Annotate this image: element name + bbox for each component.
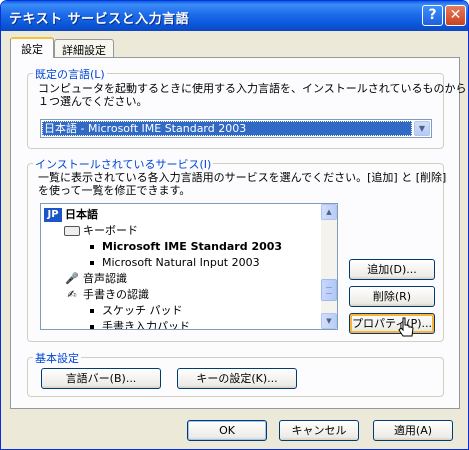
window-title: テキスト サービスと入力言語 bbox=[9, 12, 190, 27]
scroll-down-icon[interactable]: ▼ bbox=[321, 313, 337, 329]
installed-services-description-2: を使って一覧を修正できます。 bbox=[38, 184, 191, 197]
scroll-up-icon[interactable]: ▲ bbox=[321, 204, 337, 220]
apply-button[interactable]: 適用(A) bbox=[373, 420, 453, 441]
keyboard-icon bbox=[64, 226, 80, 236]
add-button[interactable]: 追加(D)... bbox=[349, 259, 435, 280]
tree-scrollbar[interactable]: ▲ ▼ bbox=[321, 204, 337, 329]
remove-button[interactable]: 削除(R) bbox=[349, 286, 435, 307]
tree-item-natural-input[interactable]: Microsoft Natural Input 2003 bbox=[90, 255, 260, 271]
language-jp-icon: JP bbox=[44, 208, 62, 222]
ok-button[interactable]: OK bbox=[187, 420, 267, 441]
chevron-down-icon[interactable]: ▼ bbox=[414, 121, 430, 136]
default-language-select[interactable]: 日本語 - Microsoft IME Standard 2003 ▼ bbox=[40, 119, 432, 138]
bullet-icon bbox=[90, 261, 94, 265]
help-icon: ? bbox=[428, 7, 437, 23]
tree-handwriting-node[interactable]: ✍ 手書きの認識 bbox=[64, 287, 149, 303]
language-bar-button[interactable]: 言語バー(B)... bbox=[41, 368, 161, 389]
pen-icon: ✍ bbox=[67, 288, 77, 301]
default-language-label: 既定の言語(L) bbox=[33, 66, 107, 82]
close-button[interactable]: ✕ bbox=[445, 5, 466, 26]
microphone-icon: 🎤 bbox=[65, 272, 79, 285]
properties-button[interactable]: プロパティ(P)... bbox=[349, 313, 435, 334]
tree-keyboard-node[interactable]: キーボード bbox=[64, 223, 138, 239]
dialog-window: テキスト サービスと入力言語 ? ✕ 設定 詳細設定 既定の言語(L) コンピュ… bbox=[0, 0, 469, 450]
default-language-selected-value: 日本語 - Microsoft IME Standard 2003 bbox=[42, 121, 412, 136]
tree-item-handwriting-pad[interactable]: 手書き入力パッド bbox=[90, 319, 190, 329]
preferences-label: 基本設定 bbox=[33, 350, 81, 366]
bullet-icon bbox=[90, 245, 94, 249]
scroll-thumb[interactable] bbox=[321, 279, 337, 301]
default-language-description-1: コンピュータを起動するときに使用する入力言語を、インストールされているものから bbox=[38, 82, 467, 95]
default-language-description-2: １つ選んでください。 bbox=[38, 95, 148, 108]
installed-services-description-1: 一覧に表示されている各入力言語用のサービスを選んでください。[追加] と [削除… bbox=[38, 171, 447, 184]
title-bar[interactable]: テキスト サービスと入力言語 ? ✕ bbox=[1, 1, 468, 31]
help-button[interactable]: ? bbox=[422, 5, 443, 26]
services-tree[interactable]: JP 日本語 キーボード Microsoft IME Standard 2003 … bbox=[40, 203, 338, 330]
tree-keyboard-label: キーボード bbox=[83, 224, 138, 237]
key-settings-button[interactable]: キーの設定(K)... bbox=[177, 368, 297, 389]
tree-speech-node[interactable]: 🎤 音声認識 bbox=[64, 271, 127, 287]
tree-language-node[interactable]: JP 日本語 bbox=[44, 207, 98, 223]
close-icon: ✕ bbox=[449, 7, 462, 23]
tab-advanced-settings[interactable]: 詳細設定 bbox=[54, 39, 114, 57]
cancel-button[interactable]: キャンセル bbox=[279, 420, 359, 441]
tree-item-sketch-pad[interactable]: スケッチ パッド bbox=[90, 303, 183, 319]
installed-services-label: インストールされているサービス(I) bbox=[33, 156, 214, 172]
bullet-icon bbox=[90, 309, 94, 313]
tree-language-label: 日本語 bbox=[65, 208, 98, 221]
tab-settings[interactable]: 設定 bbox=[10, 37, 54, 58]
tree-item-ime-standard[interactable]: Microsoft IME Standard 2003 bbox=[90, 239, 282, 255]
bullet-icon bbox=[90, 325, 94, 329]
